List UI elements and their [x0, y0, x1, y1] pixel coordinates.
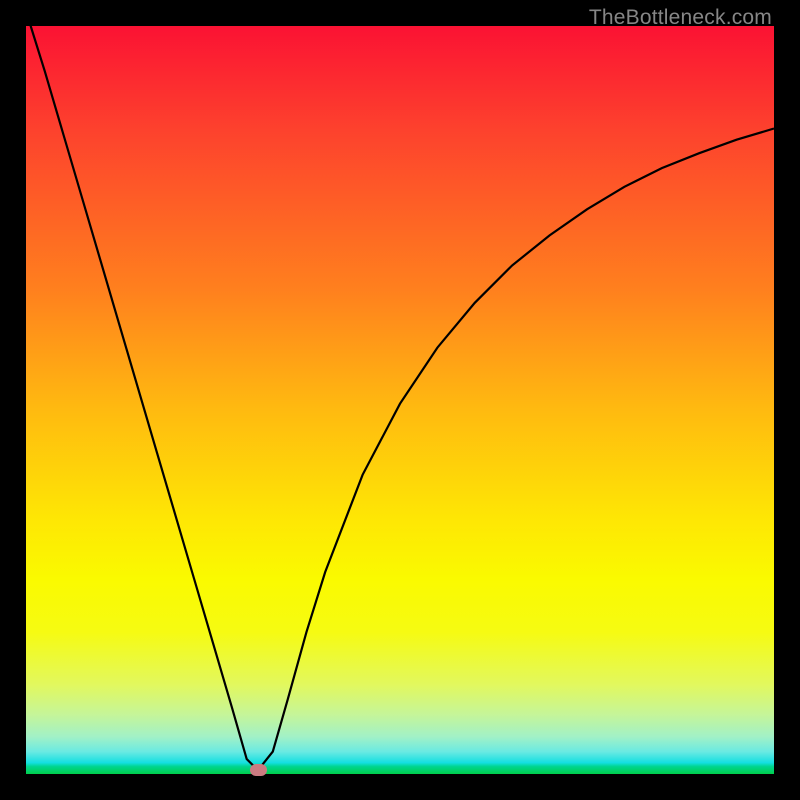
optimal-point-marker: [250, 764, 267, 776]
watermark-text: TheBottleneck.com: [589, 6, 772, 30]
gradient-background: [26, 26, 774, 774]
